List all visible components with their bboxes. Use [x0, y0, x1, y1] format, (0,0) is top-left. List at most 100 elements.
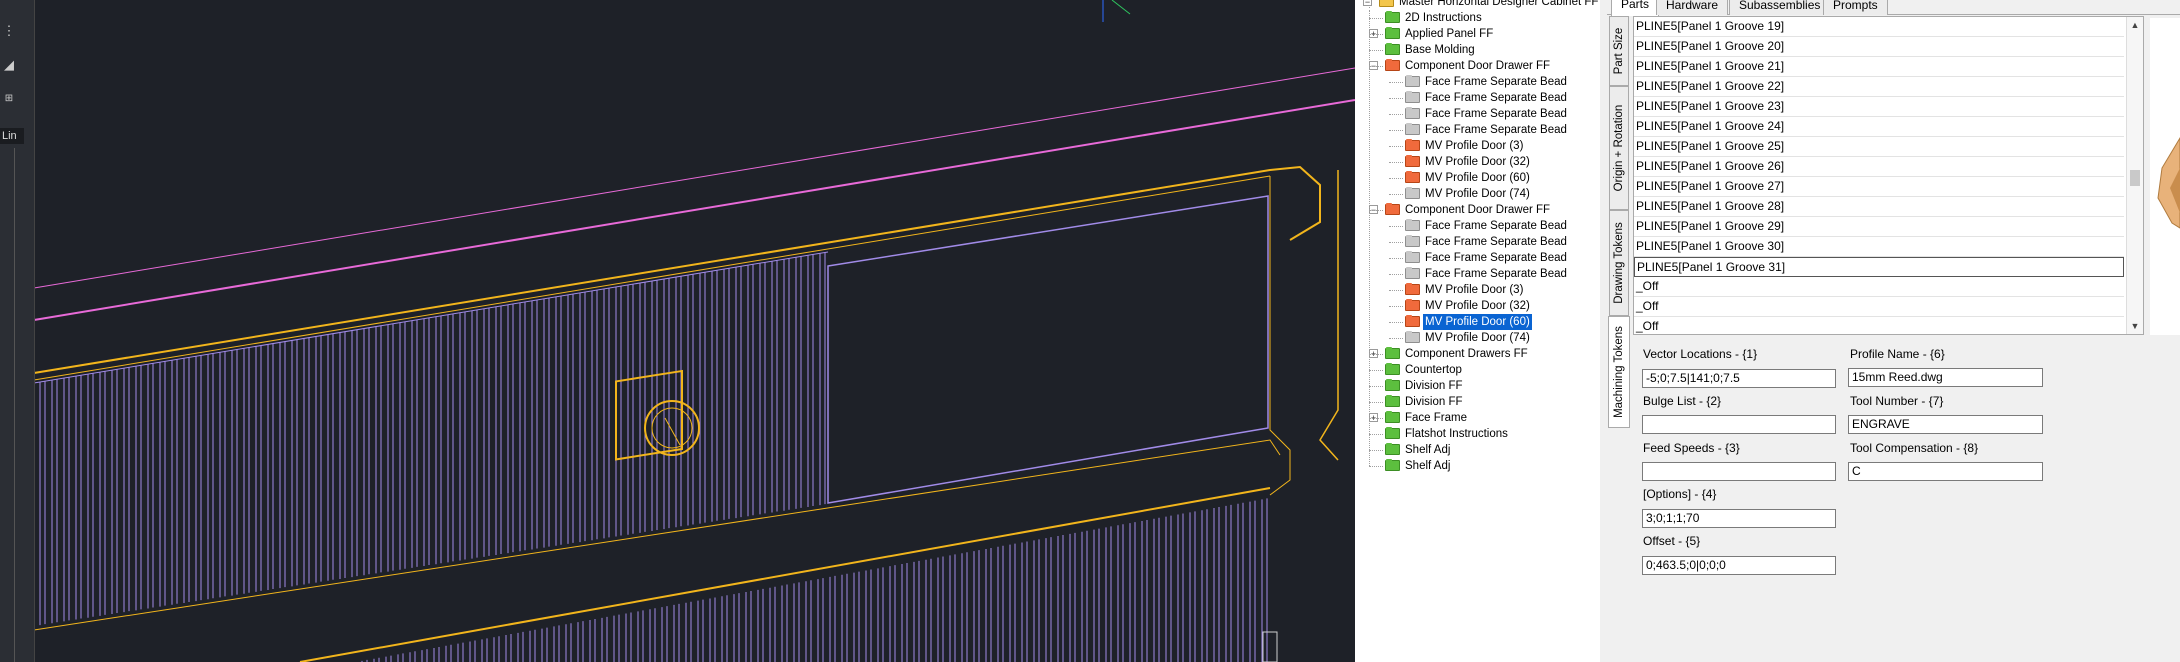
groove-line [819, 252, 826, 506]
groove-line [817, 578, 824, 662]
list-scrollbar[interactable]: ▲ ▼ [2126, 17, 2143, 334]
list-item[interactable]: PLINE5[Panel 1 Groove 19] [1634, 17, 2124, 37]
groove-line [1069, 532, 1076, 662]
groove-line [877, 567, 884, 662]
more-options-icon[interactable]: ⋮ [2, 24, 16, 38]
folder-icon [1405, 331, 1420, 343]
groove-line [769, 586, 776, 662]
list-item[interactable]: PLINE5[Panel 1 Groove 26] [1634, 157, 2124, 177]
list-item[interactable]: _Off [1634, 297, 2124, 317]
list-item[interactable]: PLINE5[Panel 1 Groove 20] [1634, 37, 2124, 57]
tool-compensation-input[interactable]: C [1848, 462, 2043, 481]
profile-name-input[interactable]: 15mm Reed.dwg [1848, 368, 2043, 387]
properties-panel: Parts Hardware Subassemblies Prompts Par… [1607, 0, 2180, 662]
tree-node-label: MV Profile Door (32) [1425, 300, 1530, 312]
groove-line [807, 254, 814, 508]
list-item[interactable]: PLINE5[Panel 1 Groove 23] [1634, 97, 2124, 117]
triangle-icon[interactable]: ◢ [2, 58, 16, 72]
vector-locations-label: Vector Locations - {1} [1643, 347, 1758, 361]
tree-line [1389, 130, 1403, 131]
linetype-label[interactable]: Lin [0, 128, 24, 144]
cad-viewport[interactable]: ⋮ ◢ ⊞ Lin [0, 0, 1355, 662]
groove-line [39, 381, 46, 626]
groove-line [1189, 511, 1196, 662]
folder-icon [1385, 11, 1400, 23]
tree-line [1369, 402, 1383, 403]
scroll-up-icon[interactable]: ▲ [2127, 17, 2143, 33]
tree-line [1369, 66, 1383, 67]
list-item[interactable]: PLINE5[Panel 1 Groove 25] [1634, 137, 2124, 157]
list-item[interactable]: PLINE5[Panel 1 Groove 24] [1634, 117, 2124, 137]
tree-line [1389, 146, 1403, 147]
groove-line [433, 646, 440, 662]
options-label: [Options] - {4} [1643, 487, 1717, 501]
tab-prompts[interactable]: Prompts [1823, 0, 1888, 15]
tab-part-size[interactable]: Part Size [1609, 16, 1629, 86]
groove-line [483, 307, 490, 557]
collapse-icon[interactable]: − [1363, 0, 1372, 7]
tab-machining-tokens[interactable]: Machining Tokens [1608, 316, 1630, 428]
groove-line [291, 339, 298, 587]
tool-number-input[interactable]: ENGRAVE [1848, 415, 2043, 434]
tab-subassemblies[interactable]: Subassemblies [1729, 0, 1831, 15]
folder-icon [1385, 427, 1400, 439]
cad-drawing[interactable] [0, 0, 1355, 662]
list-item[interactable]: PLINE5[Panel 1 Groove 28] [1634, 197, 2124, 217]
feed-speeds-input[interactable] [1642, 462, 1836, 481]
offset-input[interactable]: 0;463.5;0|0;0;0 [1642, 556, 1836, 575]
groove-line [517, 631, 524, 662]
tab-hardware[interactable]: Hardware [1656, 0, 1729, 15]
tab-origin-rotation[interactable]: Origin + Rotation [1609, 86, 1629, 210]
part-preview-graphic [2157, 137, 2180, 229]
groove-line [639, 281, 646, 533]
tree-node-label: Face Frame Separate Bead [1425, 108, 1567, 120]
cabinet-tree[interactable]: − Master Horizontal Designer Cabinet FF … [1355, 0, 1601, 662]
folder-icon [1385, 379, 1400, 391]
groove-line [625, 612, 632, 662]
options-input[interactable]: 3;0;1;1;70 [1642, 509, 1836, 528]
list-item[interactable]: _Off [1634, 317, 2124, 334]
list-item[interactable]: PLINE5[Panel 1 Groove 21] [1634, 57, 2124, 77]
tab-drawing-tokens[interactable]: Drawing Tokens [1609, 210, 1629, 316]
groove-line [421, 649, 428, 662]
list-item[interactable]: PLINE5[Panel 1 Groove 29] [1634, 217, 2124, 237]
bulge-list-input[interactable] [1642, 415, 1836, 434]
tree-line [1369, 50, 1383, 51]
groove-line [747, 264, 754, 517]
groove-line [1105, 526, 1112, 662]
list-item[interactable]: PLINE5[Panel 1 Groove 30] [1634, 237, 2124, 257]
token-list[interactable]: PLINE5[Panel 1 Groove 19] PLINE5[Panel 1 … [1633, 16, 2144, 335]
scroll-thumb[interactable] [2130, 170, 2140, 186]
top-tabs: Parts Hardware Subassemblies Prompts [1607, 0, 2180, 16]
tree-line [1369, 18, 1383, 19]
list-item[interactable]: PLINE5[Panel 1 Groove 31] [1634, 257, 2124, 277]
scroll-down-icon[interactable]: ▼ [2127, 318, 2143, 334]
groove-line [409, 651, 416, 662]
grooves-lower [361, 498, 1268, 662]
groove-line [685, 601, 692, 662]
groove-line [363, 327, 370, 576]
folder-icon [1385, 443, 1400, 455]
groove-line [1249, 500, 1256, 662]
profile-name-label: Profile Name - {6} [1850, 347, 1945, 361]
list-item[interactable]: PLINE5[Panel 1 Groove 22] [1634, 77, 2124, 97]
groove-line [459, 311, 466, 561]
list-item[interactable]: PLINE5[Panel 1 Groove 27] [1634, 177, 2124, 197]
folder-icon [1379, 0, 1394, 7]
groove-line [565, 623, 572, 662]
folder-icon [1405, 91, 1420, 103]
groove-line [387, 323, 394, 572]
tree-line [1389, 322, 1403, 323]
list-item[interactable]: _Off [1634, 277, 2124, 297]
tab-drawing-tokens-label: Drawing Tokens [1613, 222, 1625, 304]
groove-line [589, 618, 596, 662]
groove-line [1153, 517, 1160, 662]
layer-icon[interactable]: ⊞ [2, 92, 16, 106]
groove-line [733, 593, 740, 662]
vector-locations-input[interactable]: -5;0;7.5|141;0;7.5 [1642, 369, 1836, 388]
groove-line [471, 309, 478, 559]
groove-line [1093, 528, 1100, 662]
feed-speeds-label: Feed Speeds - {3} [1643, 441, 1740, 455]
groove-line [493, 636, 500, 662]
tree-line [1369, 418, 1383, 419]
